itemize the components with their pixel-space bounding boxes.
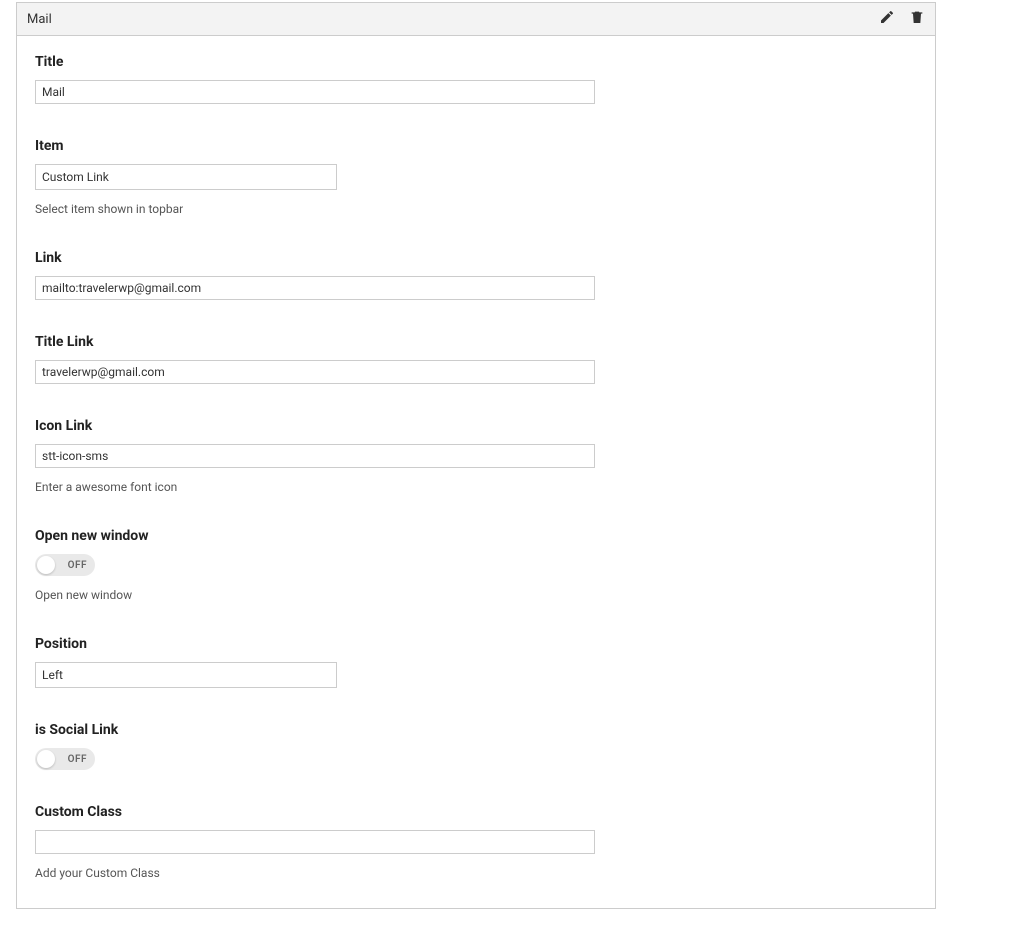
settings-panel: Mail Title Item Select item shown in top… — [16, 2, 936, 909]
icon-link-input[interactable] — [35, 444, 595, 468]
title-label: Title — [35, 54, 917, 70]
panel-header: Mail — [17, 3, 935, 36]
field-custom-class: Custom Class Add your Custom Class — [35, 804, 917, 880]
title-input[interactable] — [35, 80, 595, 104]
link-input[interactable] — [35, 276, 595, 300]
is-social-link-toggle[interactable]: OFF — [35, 748, 95, 770]
toggle-knob — [37, 750, 55, 768]
field-item: Item Select item shown in topbar — [35, 138, 917, 216]
panel-body: Title Item Select item shown in topbar L… — [17, 36, 935, 908]
edit-icon[interactable] — [879, 9, 895, 29]
field-icon-link: Icon Link Enter a awesome font icon — [35, 418, 917, 494]
item-helper: Select item shown in topbar — [35, 202, 917, 216]
field-title: Title — [35, 54, 917, 104]
toggle-knob — [37, 556, 55, 574]
link-label: Link — [35, 250, 917, 266]
icon-link-label: Icon Link — [35, 418, 917, 434]
item-select[interactable] — [35, 164, 337, 190]
panel-actions — [879, 9, 925, 29]
custom-class-label: Custom Class — [35, 804, 917, 820]
field-is-social-link: is Social Link OFF — [35, 722, 917, 770]
open-new-window-helper: Open new window — [35, 588, 917, 602]
icon-link-helper: Enter a awesome font icon — [35, 480, 917, 494]
item-label: Item — [35, 138, 917, 154]
field-position: Position — [35, 636, 917, 688]
field-link: Link — [35, 250, 917, 300]
toggle-state-label: OFF — [68, 560, 87, 571]
custom-class-input[interactable] — [35, 830, 595, 854]
position-select[interactable] — [35, 662, 337, 688]
open-new-window-label: Open new window — [35, 528, 917, 544]
field-open-new-window: Open new window OFF Open new window — [35, 528, 917, 602]
title-link-label: Title Link — [35, 334, 917, 350]
field-title-link: Title Link — [35, 334, 917, 384]
custom-class-helper: Add your Custom Class — [35, 866, 917, 880]
position-label: Position — [35, 636, 917, 652]
panel-title: Mail — [27, 12, 52, 27]
trash-icon[interactable] — [909, 9, 925, 29]
title-link-input[interactable] — [35, 360, 595, 384]
open-new-window-toggle[interactable]: OFF — [35, 554, 95, 576]
is-social-link-label: is Social Link — [35, 722, 917, 738]
toggle-state-label: OFF — [68, 754, 87, 765]
